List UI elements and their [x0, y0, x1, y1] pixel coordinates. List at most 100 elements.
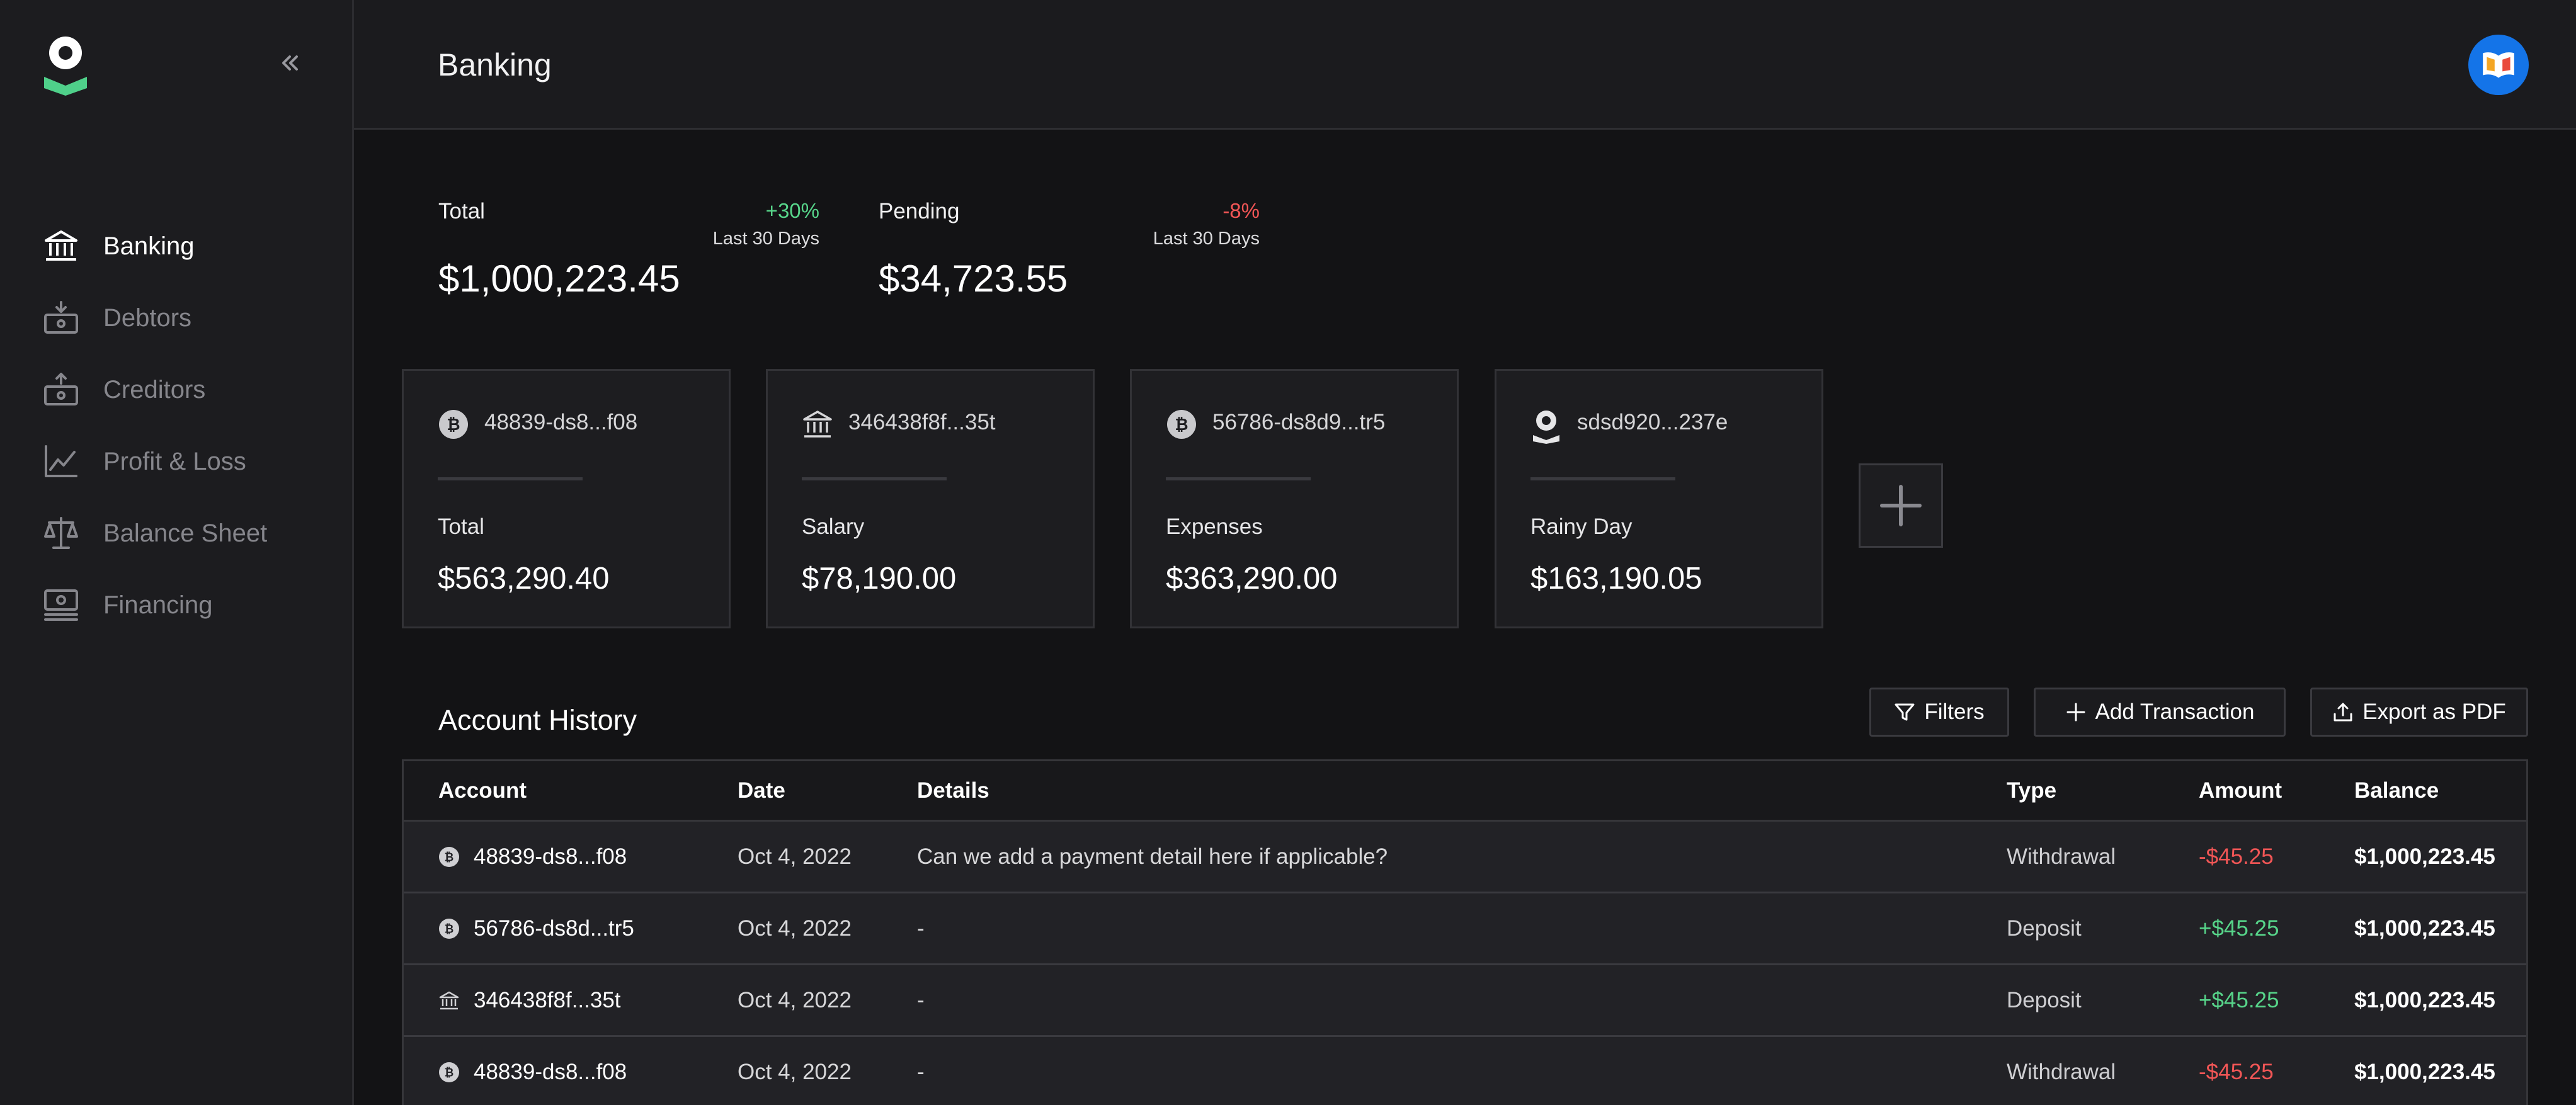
- account-name: 48839-ds8...f08: [474, 1059, 627, 1084]
- stat-change: +30%: [765, 199, 819, 222]
- sidebar-item-label: Financing: [103, 591, 213, 619]
- balance-cell: $1,000,223.45: [2354, 915, 2495, 941]
- scale-icon: [43, 515, 79, 552]
- plus-icon: [2066, 703, 2085, 722]
- date-cell: Oct 4, 2022: [738, 915, 852, 941]
- sidebar-item-label: Debtors: [103, 303, 192, 332]
- sidebar-item-balance-sheet[interactable]: Balance Sheet: [43, 497, 339, 569]
- table-row[interactable]: ₿ 56786-ds8d...tr5 Oct 4, 2022 - Deposit…: [404, 893, 2526, 965]
- debtors-icon: [43, 300, 79, 336]
- balance-cell: $1,000,223.45: [2354, 987, 2495, 1012]
- column-header-details[interactable]: Details: [917, 778, 989, 803]
- add-transaction-button[interactable]: Add Transaction: [2034, 688, 2286, 737]
- account-card[interactable]: ₿ 56786-ds8d9...tr5 Expenses $363,290.00: [1130, 369, 1459, 628]
- stat-period: Last 30 Days: [1153, 229, 1260, 249]
- account-label: Rainy Day: [1530, 514, 1633, 539]
- page-title: Banking: [438, 47, 552, 82]
- amount-cell: -$45.25: [2199, 844, 2274, 869]
- app-logo[interactable]: [43, 33, 88, 97]
- card-divider: [802, 477, 947, 480]
- details-cell: -: [917, 1059, 925, 1084]
- svg-text:₿: ₿: [445, 1066, 454, 1079]
- book-icon: [2483, 52, 2514, 78]
- details-cell: -: [917, 915, 925, 941]
- date-cell: Oct 4, 2022: [738, 1059, 852, 1084]
- type-cell: Withdrawal: [2007, 844, 2116, 869]
- sidebar-item-label: Banking: [103, 232, 195, 260]
- bank-icon: [802, 409, 833, 440]
- stat-value: $34,723.55: [879, 258, 1068, 300]
- plus-icon: [1880, 485, 1922, 526]
- sidebar-item-debtors[interactable]: Debtors: [43, 282, 339, 354]
- section-title: Account History: [438, 704, 637, 736]
- date-cell: Oct 4, 2022: [738, 844, 852, 869]
- filters-button[interactable]: Filters: [1869, 688, 2009, 737]
- export-pdf-label: Export as PDF: [2362, 700, 2506, 724]
- account-name: 56786-ds8d9...tr5: [1212, 410, 1386, 434]
- stat-value: $1,000,223.45: [438, 258, 680, 300]
- sidebar-item-label: Creditors: [103, 375, 206, 404]
- account-amount: $363,290.00: [1166, 562, 1338, 596]
- stat-label: Pending: [879, 199, 960, 224]
- table-row[interactable]: ₿ 48839-ds8...f08 Oct 4, 2022 - Withdraw…: [404, 1037, 2526, 1105]
- table-row[interactable]: ₿ 48839-ds8...f08 Oct 4, 2022 Can we add…: [404, 822, 2526, 893]
- svg-text:₿: ₿: [1175, 416, 1188, 434]
- sidebar-item-financing[interactable]: Financing: [43, 569, 339, 641]
- logo-icon: [1530, 409, 1562, 444]
- balance-cell: $1,000,223.45: [2354, 1059, 2495, 1084]
- account-name: 48839-ds8...f08: [474, 844, 627, 869]
- account-label: Total: [438, 514, 484, 539]
- svg-text:₿: ₿: [447, 416, 460, 434]
- sidebar: Banking Debtors Creditors Profit & Loss …: [0, 0, 354, 1105]
- table-row[interactable]: 346438f8f...35t Oct 4, 2022 - Deposit +$…: [404, 965, 2526, 1037]
- account-cell: ₿ 56786-ds8d...tr5: [438, 916, 634, 941]
- balance-cell: $1,000,223.45: [2354, 844, 2495, 869]
- stat-total: Total $1,000,223.45 +30% Last 30 Days: [438, 199, 819, 300]
- stat-label: Total: [438, 199, 485, 224]
- account-amount: $163,190.05: [1530, 562, 1702, 596]
- account-card[interactable]: sdsd920...237e Rainy Day $163,190.05: [1495, 369, 1823, 628]
- type-cell: Deposit: [2007, 915, 2082, 941]
- account-name: 48839-ds8...f08: [484, 410, 638, 434]
- add-transaction-label: Add Transaction: [2095, 700, 2255, 724]
- column-header-date[interactable]: Date: [738, 778, 785, 803]
- column-header-amount[interactable]: Amount: [2199, 778, 2282, 803]
- add-account-button[interactable]: [1859, 463, 1943, 548]
- svg-text:₿: ₿: [445, 922, 454, 936]
- sidebar-item-label: Profit & Loss: [103, 447, 246, 475]
- sidebar-item-creditors[interactable]: Creditors: [43, 354, 339, 426]
- financing-icon: [43, 587, 79, 623]
- stat-period: Last 30 Days: [712, 229, 819, 249]
- account-amount: $78,190.00: [802, 562, 957, 596]
- account-amount: $563,290.40: [438, 562, 610, 596]
- column-header-type[interactable]: Type: [2007, 778, 2056, 803]
- stat-pending: Pending $34,723.55 -8% Last 30 Days: [879, 199, 1260, 300]
- bitcoin-icon: ₿: [439, 1062, 459, 1082]
- creditors-icon: [43, 371, 79, 408]
- card-divider: [1530, 477, 1675, 480]
- account-label: Salary: [802, 514, 865, 539]
- account-card[interactable]: ₿ 48839-ds8...f08 Total $563,290.40: [402, 369, 731, 628]
- chevrons-left-icon[interactable]: [276, 49, 304, 77]
- filters-button-label: Filters: [1924, 700, 1985, 724]
- sidebar-item-banking[interactable]: Banking: [43, 210, 339, 282]
- sidebar-nav: Banking Debtors Creditors Profit & Loss …: [43, 210, 339, 641]
- account-label: Expenses: [1166, 514, 1263, 539]
- column-header-balance[interactable]: Balance: [2354, 778, 2439, 803]
- bitcoin-icon: ₿: [439, 918, 459, 939]
- avatar[interactable]: [2468, 35, 2529, 95]
- account-cell: ₿ 48839-ds8...f08: [438, 1060, 627, 1085]
- sidebar-item-profit-loss[interactable]: Profit & Loss: [43, 426, 339, 497]
- details-cell: Can we add a payment detail here if appl…: [917, 844, 1388, 869]
- account-name: 56786-ds8d...tr5: [474, 915, 634, 941]
- top-header: Banking: [354, 0, 2576, 130]
- bank-icon: [439, 991, 459, 1009]
- account-name: sdsd920...237e: [1577, 410, 1728, 434]
- export-pdf-button[interactable]: Export as PDF: [2310, 688, 2528, 737]
- sidebar-item-label: Balance Sheet: [103, 519, 268, 547]
- column-header-account[interactable]: Account: [438, 778, 527, 803]
- account-cell: ₿ 48839-ds8...f08: [438, 844, 627, 870]
- account-history-table: Account Date Details Type Amount Balance…: [402, 759, 2528, 1105]
- account-card[interactable]: 346438f8f...35t Salary $78,190.00: [766, 369, 1095, 628]
- bitcoin-icon: ₿: [439, 846, 459, 867]
